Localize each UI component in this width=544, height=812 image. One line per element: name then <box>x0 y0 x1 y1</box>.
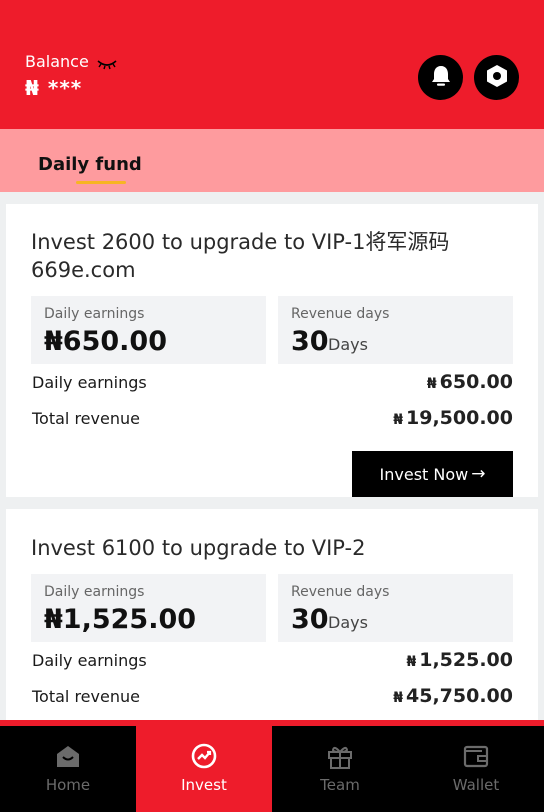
bell-icon <box>428 63 454 93</box>
nav-label: Invest <box>181 776 227 794</box>
trend-icon <box>190 742 218 770</box>
nav-item-invest[interactable]: Invest <box>136 726 272 812</box>
daily-earnings-row-value: ₦ 650.00 <box>427 371 513 393</box>
daily-earnings-box-label: Daily earnings <box>44 584 145 600</box>
card-title: Invest 2600 to upgrade to VIP-1将军源码669e.… <box>31 230 450 282</box>
arrow-right-icon: → <box>471 464 486 484</box>
revenue-days-box: Revenue days 30 Days <box>278 574 513 642</box>
revenue-days-box: Revenue days 30 Days <box>278 296 513 364</box>
header: Balance ₦ *** <box>0 0 544 129</box>
nav-item-team[interactable]: Team <box>272 726 408 812</box>
product-list: Invest 2600 to upgrade to VIP-1将军源码669e.… <box>0 192 544 720</box>
daily-earnings-box: Daily earnings ₦650.00 <box>31 296 266 364</box>
revenue-days-unit: Days <box>328 613 368 632</box>
currency-symbol: ₦ <box>393 412 404 428</box>
balance-value: ₦ *** <box>25 76 83 100</box>
tab-active-indicator <box>76 181 126 184</box>
product-card: Invest 6100 to upgrade to VIP-2 Daily ea… <box>6 509 538 720</box>
wallet-icon <box>462 742 490 770</box>
revenue-days-unit: Days <box>328 335 368 354</box>
eye-closed-icon[interactable] <box>97 56 117 69</box>
nav-item-home[interactable]: Home <box>0 726 136 812</box>
daily-earnings-row-label: Daily earnings <box>32 373 147 392</box>
daily-earnings-box-value: ₦1,525.00 <box>44 604 197 635</box>
amount: 650.00 <box>439 371 513 393</box>
revenue-days-value: 30 <box>291 326 329 357</box>
amount: 19,500.00 <box>406 407 513 429</box>
tab-daily-fund[interactable]: Daily fund <box>38 154 142 175</box>
nav-label: Wallet <box>452 776 500 794</box>
nav-label: Home <box>45 776 91 794</box>
invest-now-button[interactable]: Invest Now → <box>352 451 513 497</box>
notification-button[interactable] <box>418 55 463 100</box>
balance-label-row: Balance <box>25 52 117 71</box>
amount: 1,525.00 <box>419 649 513 671</box>
revenue-days-value: 30 <box>291 604 329 635</box>
daily-earnings-row-value: ₦ 1,525.00 <box>406 649 513 671</box>
product-card: Invest 2600 to upgrade to VIP-1将军源码669e.… <box>6 204 538 497</box>
amount: 45,750.00 <box>406 685 513 707</box>
daily-earnings-row-label: Daily earnings <box>32 651 147 670</box>
bottom-nav: Home Invest Team Wallet <box>0 720 544 812</box>
home-icon <box>54 742 82 770</box>
revenue-days-label: Revenue days <box>291 306 390 322</box>
total-revenue-row-value: ₦ 19,500.00 <box>393 407 513 429</box>
total-revenue-row-label: Total revenue <box>32 409 140 428</box>
total-revenue-row-label: Total revenue <box>32 687 140 706</box>
currency-symbol: ₦ <box>426 376 437 392</box>
settings-hex-icon <box>484 63 510 93</box>
total-revenue-row-value: ₦ 45,750.00 <box>393 685 513 707</box>
gift-icon <box>326 742 354 770</box>
settings-button[interactable] <box>474 55 519 100</box>
currency-symbol: ₦ <box>406 654 417 670</box>
balance-label: Balance <box>25 52 89 71</box>
revenue-days-label: Revenue days <box>291 584 390 600</box>
card-title: Invest 6100 to upgrade to VIP-2 <box>31 536 366 560</box>
nav-item-wallet[interactable]: Wallet <box>408 726 544 812</box>
daily-earnings-box-value: ₦650.00 <box>44 326 167 357</box>
daily-earnings-box-label: Daily earnings <box>44 306 145 322</box>
invest-now-label: Invest Now <box>379 464 469 484</box>
nav-label: Team <box>320 776 360 794</box>
daily-earnings-box: Daily earnings ₦1,525.00 <box>31 574 266 642</box>
currency-symbol: ₦ <box>393 690 404 706</box>
